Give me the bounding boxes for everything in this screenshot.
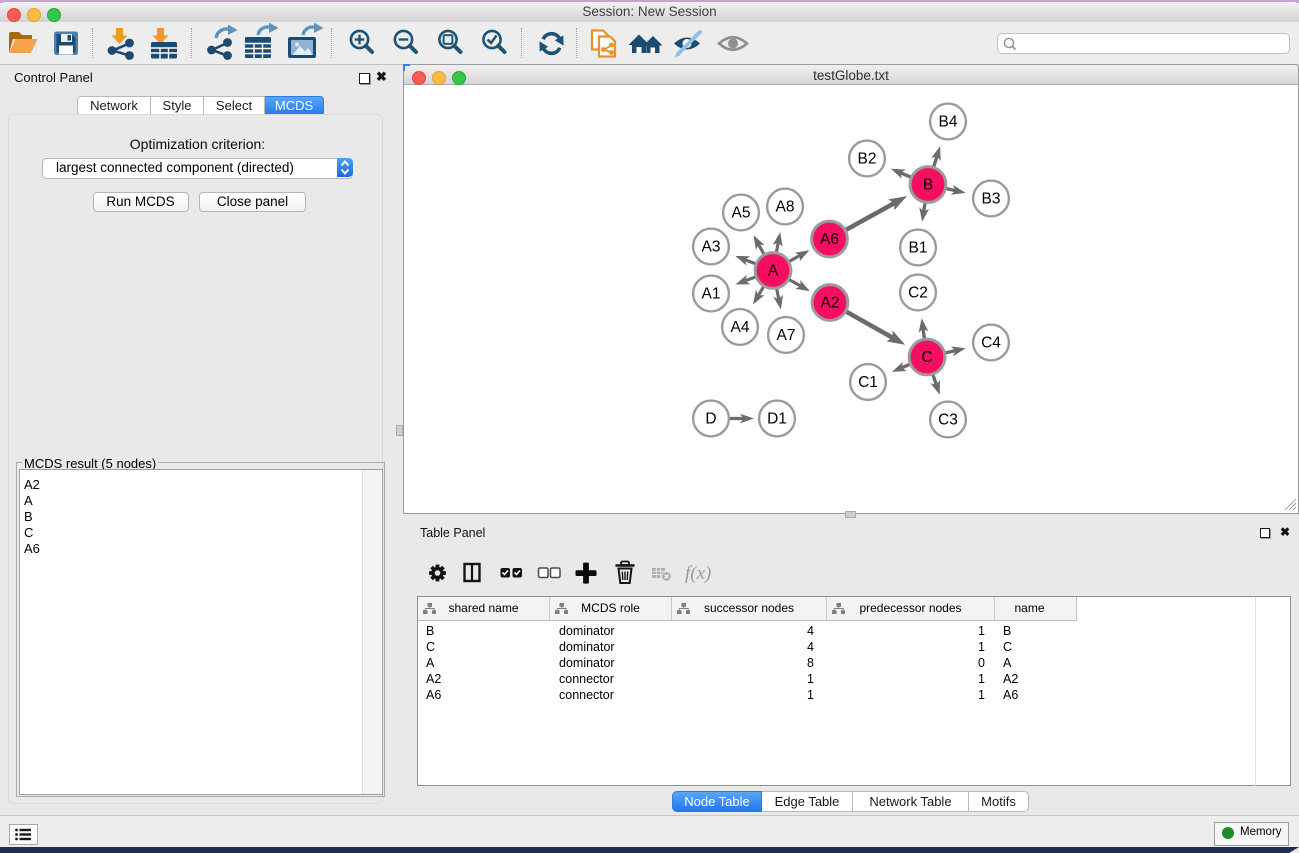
svg-text:B1: B1 [909,240,928,257]
svg-text:B4: B4 [939,114,958,131]
svg-text:A7: A7 [777,327,796,344]
svg-text:B: B [923,177,933,194]
svg-text:B2: B2 [858,151,877,168]
svg-text:A6: A6 [820,231,839,248]
svg-text:C: C [921,349,932,366]
svg-text:A8: A8 [776,199,795,216]
svg-text:f(x): f(x) [685,563,711,584]
svg-text:D1: D1 [767,411,787,428]
svg-text:A2: A2 [821,295,840,312]
svg-text:A1: A1 [702,286,721,303]
svg-text:C4: C4 [981,335,1001,352]
svg-text:A5: A5 [732,205,751,222]
svg-text:B3: B3 [982,191,1001,208]
svg-text:C1: C1 [858,374,878,391]
svg-text:A4: A4 [731,319,750,336]
svg-text:C3: C3 [938,412,958,429]
svg-text:A3: A3 [702,239,721,256]
svg-text:A: A [768,263,779,280]
svg-text:C2: C2 [908,285,928,302]
svg-text:D: D [705,411,716,428]
